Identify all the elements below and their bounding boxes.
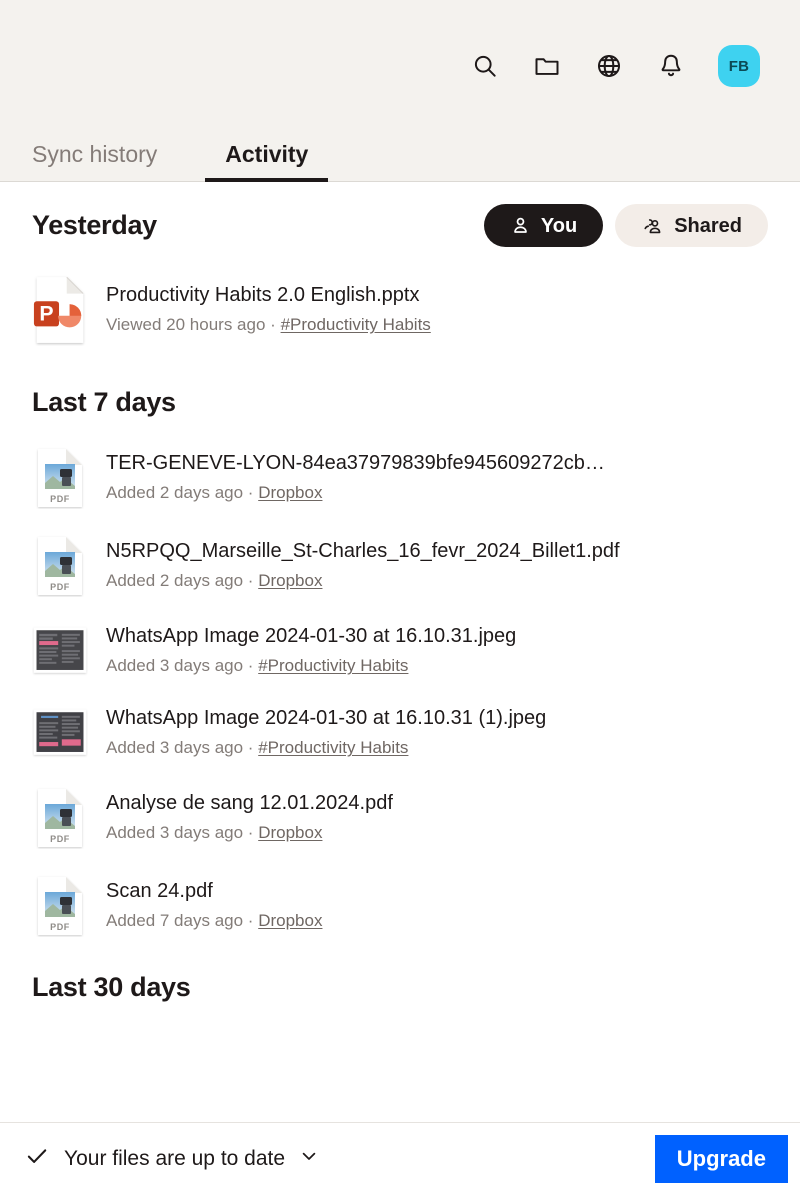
file-name: WhatsApp Image 2024-01-30 at 16.10.31.jp… [106, 625, 517, 648]
list-item[interactable]: PDF N5RPQQ_Marseille_St-Charles_16_fevr_… [32, 522, 768, 610]
bell-icon[interactable] [656, 51, 686, 81]
svg-text:PDF: PDF [50, 834, 70, 844]
file-action: Added 3 days ago [106, 738, 244, 758]
list-item[interactable]: PDF Analyse de sang 12.01.2024.pdf Added… [32, 774, 768, 862]
check-icon [24, 1143, 50, 1174]
section-header-yesterday: Yesterday You Shared [0, 182, 800, 247]
file-name: Scan 24.pdf [106, 880, 213, 903]
list-item[interactable]: PDF Scan 24.pdf Added 7 days ago · Dropb… [32, 862, 768, 950]
file-location-link[interactable]: Dropbox [258, 823, 322, 842]
file-location-link[interactable]: #Productivity Habits [258, 656, 408, 675]
tab-bar: Sync history Activity [0, 104, 800, 182]
tab-sync-history[interactable]: Sync history [32, 143, 205, 182]
folder-icon[interactable] [532, 51, 562, 81]
file-icon-powerpoint: P [32, 274, 88, 346]
app-header: FB Sync history Activity [0, 0, 800, 182]
filter-you-button[interactable]: You [483, 204, 604, 247]
list-yesterday: P Productivity Habits 2.0 English.pptx V… [0, 247, 800, 359]
file-subtitle: Added 3 days ago · Dropbox [106, 820, 768, 846]
file-meta: TER-GENEVE-LYON-84ea37979839bfe945609272… [106, 450, 768, 506]
file-subtitle: Added 7 days ago · Dropbox [106, 908, 768, 934]
avatar-initials: FB [728, 57, 750, 75]
file-subtitle: Added 3 days ago · #Productivity Habits [106, 653, 768, 679]
file-meta: Analyse de sang 12.01.2024.pdf Added 3 d… [106, 790, 768, 846]
file-meta: Productivity Habits 2.0 English.pptx Vie… [106, 282, 768, 338]
file-subtitle: Added 3 days ago · #Productivity Habits [106, 735, 768, 761]
sync-status-text: Your files are up to date [64, 1146, 286, 1170]
file-name: Analyse de sang 12.01.2024.pdf [106, 792, 393, 815]
filter-shared-label: Shared [674, 214, 742, 237]
file-meta: Scan 24.pdf Added 7 days ago · Dropbox [106, 878, 768, 934]
file-meta: N5RPQQ_Marseille_St-Charles_16_fevr_2024… [106, 538, 768, 594]
file-action: Added 3 days ago [106, 823, 244, 843]
sync-status-button[interactable]: Your files are up to date [24, 1143, 319, 1174]
separator: · [247, 656, 254, 676]
file-action: Added 2 days ago [106, 483, 244, 503]
separator: · [247, 911, 254, 931]
activity-content: Yesterday You Shared P Productivity Habi… [0, 182, 800, 1194]
file-name: N5RPQQ_Marseille_St-Charles_16_fevr_2024… [106, 540, 620, 563]
header-toolbar: FB [0, 0, 800, 104]
person-icon [510, 215, 531, 236]
file-icon-pdf: PDF [32, 447, 88, 509]
file-name: WhatsApp Image 2024-01-30 at 16.10.31 (1… [106, 707, 547, 730]
status-bar: Your files are up to date Upgrade [0, 1122, 800, 1194]
filter-shared-button[interactable]: Shared [615, 204, 768, 247]
svg-text:PDF: PDF [50, 494, 70, 504]
svg-text:PDF: PDF [50, 582, 70, 592]
file-meta: WhatsApp Image 2024-01-30 at 16.10.31 (1… [106, 705, 768, 761]
file-action: Added 7 days ago [106, 911, 244, 931]
file-subtitle: Added 2 days ago · Dropbox [106, 568, 768, 594]
section-title-yesterday: Yesterday [32, 210, 157, 240]
activity-filters: You Shared [483, 204, 768, 247]
list-last-7-days: PDF TER-GENEVE-LYON-84ea37979839bfe94560… [0, 418, 800, 950]
dropbox-activity-window: FB Sync history Activity Yesterday You S… [0, 0, 800, 1194]
separator: · [270, 315, 276, 335]
list-item[interactable]: P Productivity Habits 2.0 English.pptx V… [32, 261, 768, 359]
list-item[interactable]: WhatsApp Image 2024-01-30 at 16.10.31.jp… [32, 610, 768, 692]
file-subtitle: Viewed 20 hours ago · #Productivity Habi… [106, 312, 768, 338]
people-icon [641, 215, 664, 236]
separator: · [247, 571, 254, 591]
list-item[interactable]: PDF TER-GENEVE-LYON-84ea37979839bfe94560… [32, 434, 768, 522]
file-subtitle: Added 2 days ago · Dropbox [106, 480, 768, 506]
separator: · [247, 823, 254, 843]
separator: · [247, 483, 254, 503]
file-icon-pdf: PDF [32, 875, 88, 937]
separator: · [247, 738, 254, 758]
svg-text:PDF: PDF [50, 922, 70, 932]
file-action: Added 2 days ago [106, 571, 244, 591]
file-action: Added 3 days ago [106, 656, 244, 676]
file-thumbnail-image [32, 705, 88, 761]
section-title-last-30-days: Last 30 days [32, 972, 191, 1002]
section-title-last-7-days: Last 7 days [32, 387, 176, 417]
search-icon[interactable] [470, 51, 500, 81]
file-location-link[interactable]: Dropbox [258, 911, 322, 930]
file-location-link[interactable]: #Productivity Habits [281, 315, 431, 334]
file-thumbnail-image [32, 623, 88, 679]
file-name: Productivity Habits 2.0 English.pptx [106, 284, 420, 307]
file-action: Viewed 20 hours ago [106, 315, 266, 335]
file-location-link[interactable]: #Productivity Habits [258, 738, 408, 757]
chevron-down-icon[interactable] [299, 1146, 319, 1171]
tab-activity[interactable]: Activity [205, 143, 329, 182]
file-location-link[interactable]: Dropbox [258, 571, 322, 590]
svg-text:P: P [39, 302, 53, 326]
globe-icon[interactable] [594, 51, 624, 81]
upgrade-button[interactable]: Upgrade [654, 1134, 788, 1183]
file-meta: WhatsApp Image 2024-01-30 at 16.10.31.jp… [106, 623, 768, 679]
list-item[interactable]: WhatsApp Image 2024-01-30 at 16.10.31 (1… [32, 692, 768, 774]
filter-you-label: You [540, 214, 578, 237]
file-name: TER-GENEVE-LYON-84ea37979839bfe945609272… [106, 452, 605, 475]
avatar[interactable]: FB [718, 45, 760, 87]
file-icon-pdf: PDF [32, 787, 88, 849]
file-icon-pdf: PDF [32, 535, 88, 597]
file-location-link[interactable]: Dropbox [258, 483, 322, 502]
